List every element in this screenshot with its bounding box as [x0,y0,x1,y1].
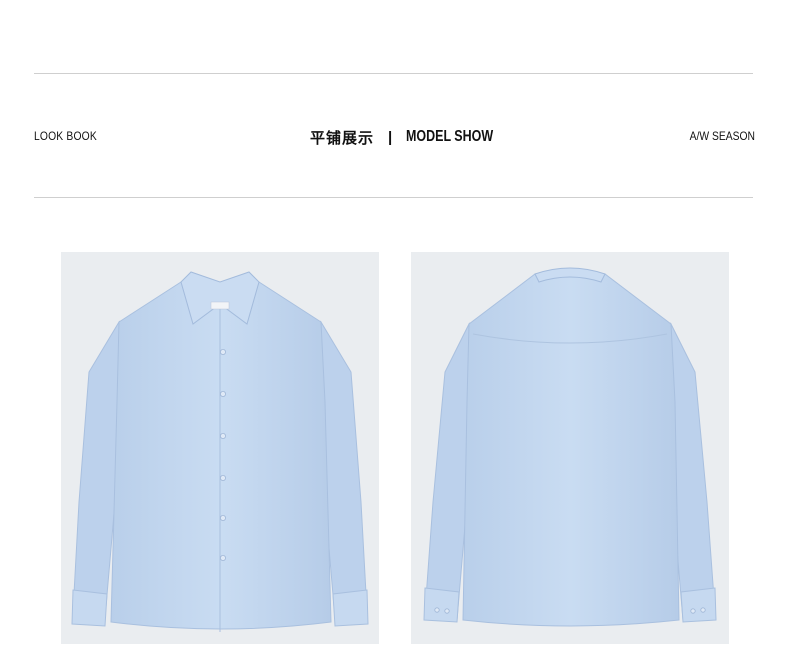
title-chinese: 平铺展示 [310,128,375,147]
look-book-label: LOOK BOOK [34,129,97,143]
bottom-divider [34,197,753,198]
section-title: 平铺展示 | MODEL SHOW [310,124,518,150]
shirt-back-photo [411,252,729,644]
section-header: LOOK BOOK 平铺展示 | MODEL SHOW A/W SEASON [34,124,755,150]
season-label: A/W SEASON [689,129,755,143]
shirt-back-image [423,267,717,627]
title-separator: | [388,128,393,146]
shirt-front-photo [61,252,379,644]
shirt-front-image [71,271,369,632]
top-divider [34,73,753,74]
title-english: MODEL SHOW [406,128,494,145]
